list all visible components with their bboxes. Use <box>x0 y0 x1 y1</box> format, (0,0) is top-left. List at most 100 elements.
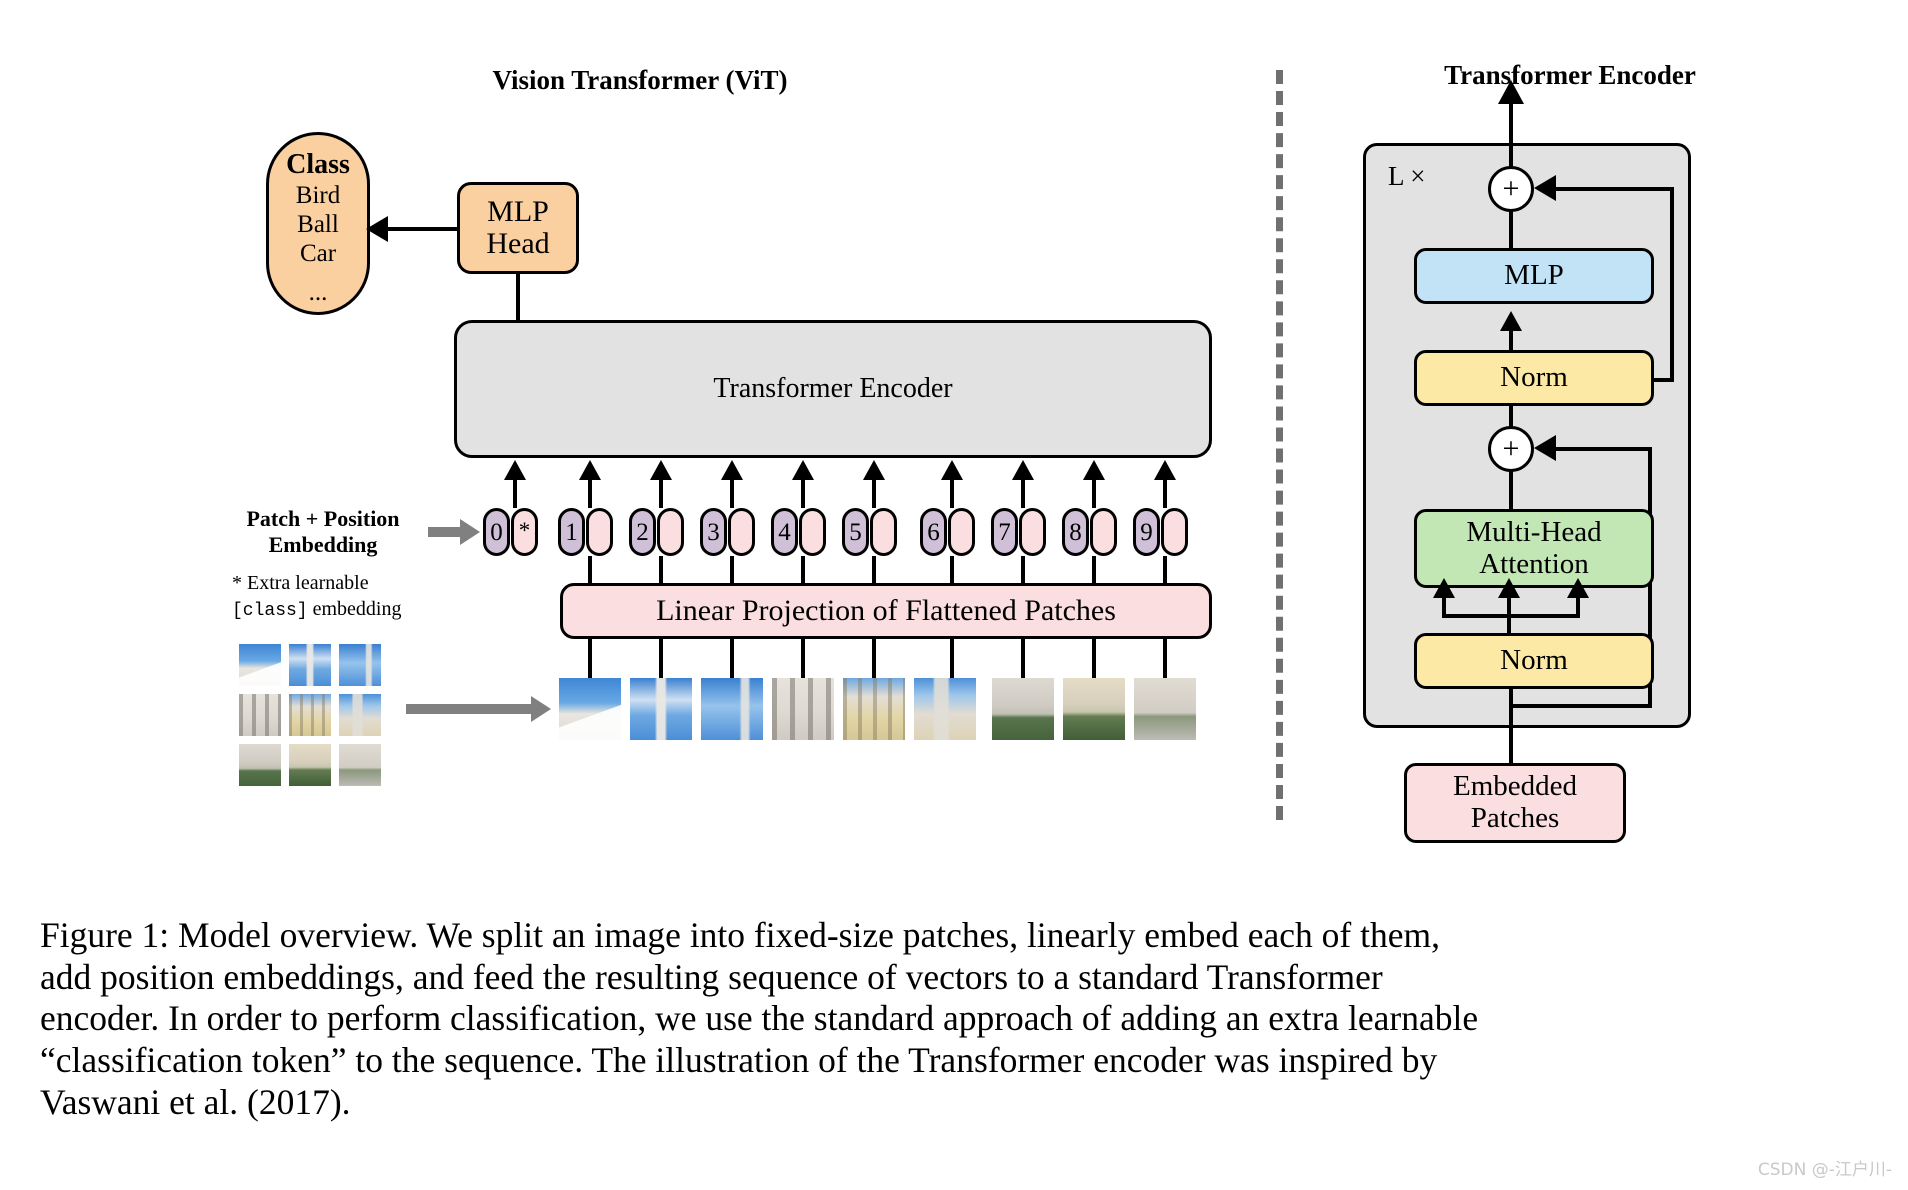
image-patch-5 <box>843 678 905 740</box>
token-0[interactable]: 0 * <box>483 508 538 556</box>
token-2[interactable]: 2 <box>629 508 684 556</box>
source-patch-r3c2 <box>289 744 331 786</box>
mlp-head-box: MLP Head <box>457 182 579 274</box>
encoder-panel-title: Transformer Encoder <box>1444 60 1696 90</box>
class-item-ball: Ball <box>297 211 339 239</box>
token-1[interactable]: 1 <box>558 508 613 556</box>
patch-position-embedding-label: Patch + Position Embedding <box>246 506 400 557</box>
linear-projection-label: Linear Projection of Flattened Patches <box>656 593 1116 627</box>
source-patch-r1c3 <box>339 644 381 686</box>
token-7-embedding <box>1019 508 1046 556</box>
encoder-output-arrowhead <box>1498 80 1524 104</box>
encoder-mlp-label: MLP <box>1504 259 1564 292</box>
patch-position-pointer-arrow <box>428 519 480 545</box>
token-6-position: 6 <box>920 508 947 556</box>
encoder-attention-box: Multi-Head Attention <box>1414 509 1654 588</box>
encoder-output-line <box>1509 97 1513 172</box>
vit-panel-title: Vision Transformer (ViT) <box>492 65 788 95</box>
residual-middle-horizontal <box>1552 447 1652 451</box>
source-image-grid <box>239 644 381 786</box>
class-title: Class <box>286 149 350 180</box>
token-2-position: 2 <box>629 508 656 556</box>
token-1-embedding <box>586 508 613 556</box>
token-4[interactable]: 4 <box>771 508 826 556</box>
transformer-encoder-label: Transformer Encoder <box>713 372 953 404</box>
token-8-position: 8 <box>1062 508 1089 556</box>
figure-caption: Figure 1: Model overview. We split an im… <box>40 915 1872 1124</box>
token-0-position: 0 <box>483 508 510 556</box>
caption-line-3: encoder. In order to perform classificat… <box>40 998 1479 1039</box>
figure-root: Vision Transformer (ViT) Transformer Enc… <box>0 0 1908 1190</box>
encoder-repeat-label: L × <box>1388 161 1426 191</box>
token-1-position: 1 <box>558 508 585 556</box>
linear-projection-box: Linear Projection of Flattened Patches <box>560 583 1212 639</box>
image-patch-1 <box>559 678 621 740</box>
encoder-norm-top-box: Norm <box>1414 350 1654 406</box>
token-8-embedding <box>1090 508 1117 556</box>
token-5-embedding <box>870 508 897 556</box>
token-3-position: 3 <box>700 508 727 556</box>
class-output-capsule: Class Bird Ball Car ... <box>266 132 370 315</box>
residual-middle-arrowhead <box>1534 435 1556 461</box>
token-4-embedding <box>799 508 826 556</box>
token-8[interactable]: 8 <box>1062 508 1117 556</box>
token-4-position: 4 <box>771 508 798 556</box>
token-6[interactable]: 6 <box>920 508 975 556</box>
token-0-class-star: * <box>511 508 538 556</box>
source-patch-r2c1 <box>239 694 281 736</box>
image-patch-4 <box>772 678 834 740</box>
source-patch-r2c3 <box>339 694 381 736</box>
mlp-head-label: MLP Head <box>486 194 550 260</box>
mlp-to-add-line <box>1509 211 1513 250</box>
caption-line-5: Vaswani et al. (2017). <box>40 1081 351 1122</box>
source-patch-r2c2 <box>289 694 331 736</box>
encoder-attention-label: Multi-Head Attention <box>1466 515 1602 580</box>
residual-top-vertical <box>1670 187 1674 380</box>
source-patch-r1c2 <box>289 644 331 686</box>
residual-add-middle: + <box>1488 426 1534 472</box>
embedded-patches-label: Embedded Patches <box>1452 770 1577 834</box>
plus-symbol-top: + <box>1502 172 1520 205</box>
plus-symbol-middle: + <box>1502 432 1520 465</box>
token-7[interactable]: 7 <box>991 508 1046 556</box>
image-patch-8 <box>1063 678 1125 740</box>
token-5-position: 5 <box>842 508 869 556</box>
encoder-to-mlp-line <box>516 272 520 320</box>
token-5[interactable]: 5 <box>842 508 897 556</box>
residual-top-horizontal <box>1552 187 1674 191</box>
source-patch-r3c3 <box>339 744 381 786</box>
token-9-embedding <box>1161 508 1188 556</box>
residual-top-arrowhead <box>1534 175 1556 201</box>
extra-learnable-suffix: embedding <box>307 598 402 620</box>
token-3-embedding <box>728 508 755 556</box>
norm-top-to-mlp-arrowhead <box>1500 311 1522 331</box>
class-ellipsis: ... <box>308 279 328 307</box>
image-to-patches-pointer-arrow <box>406 696 551 722</box>
token-7-position: 7 <box>991 508 1018 556</box>
caption-line-4: “classification token” to the sequence. … <box>40 1040 1438 1081</box>
caption-line-1: Figure 1: Model overview. We split an im… <box>40 915 1440 955</box>
csdn-watermark: CSDN @-江户川- <box>1757 1160 1892 1180</box>
panel-divider <box>1276 70 1283 820</box>
class-token-mono: [class] <box>232 601 308 621</box>
embedded-patches-box: Embedded Patches <box>1404 763 1626 843</box>
encoder-mlp-box: MLP <box>1414 248 1654 304</box>
residual-middle-bottom-horizontal <box>1509 704 1652 708</box>
image-patch-7 <box>992 678 1054 740</box>
source-patch-r3c1 <box>239 744 281 786</box>
mlp-to-class-line <box>383 227 459 231</box>
source-patch-r1c1 <box>239 644 281 686</box>
token-9[interactable]: 9 <box>1133 508 1188 556</box>
class-item-car: Car <box>299 240 337 268</box>
image-patch-2 <box>630 678 692 740</box>
class-item-bird: Bird <box>295 182 341 210</box>
encoder-norm-top-label: Norm <box>1500 361 1568 394</box>
attention-to-add-line <box>1509 471 1513 512</box>
transformer-encoder-box: Transformer Encoder <box>454 320 1212 458</box>
residual-add-top: + <box>1488 166 1534 212</box>
image-patch-9 <box>1134 678 1196 740</box>
norm-top-to-mlp-line <box>1509 330 1513 352</box>
token-3[interactable]: 3 <box>700 508 755 556</box>
encoder-norm-bottom-label: Norm <box>1500 644 1568 677</box>
token-2-embedding <box>657 508 684 556</box>
